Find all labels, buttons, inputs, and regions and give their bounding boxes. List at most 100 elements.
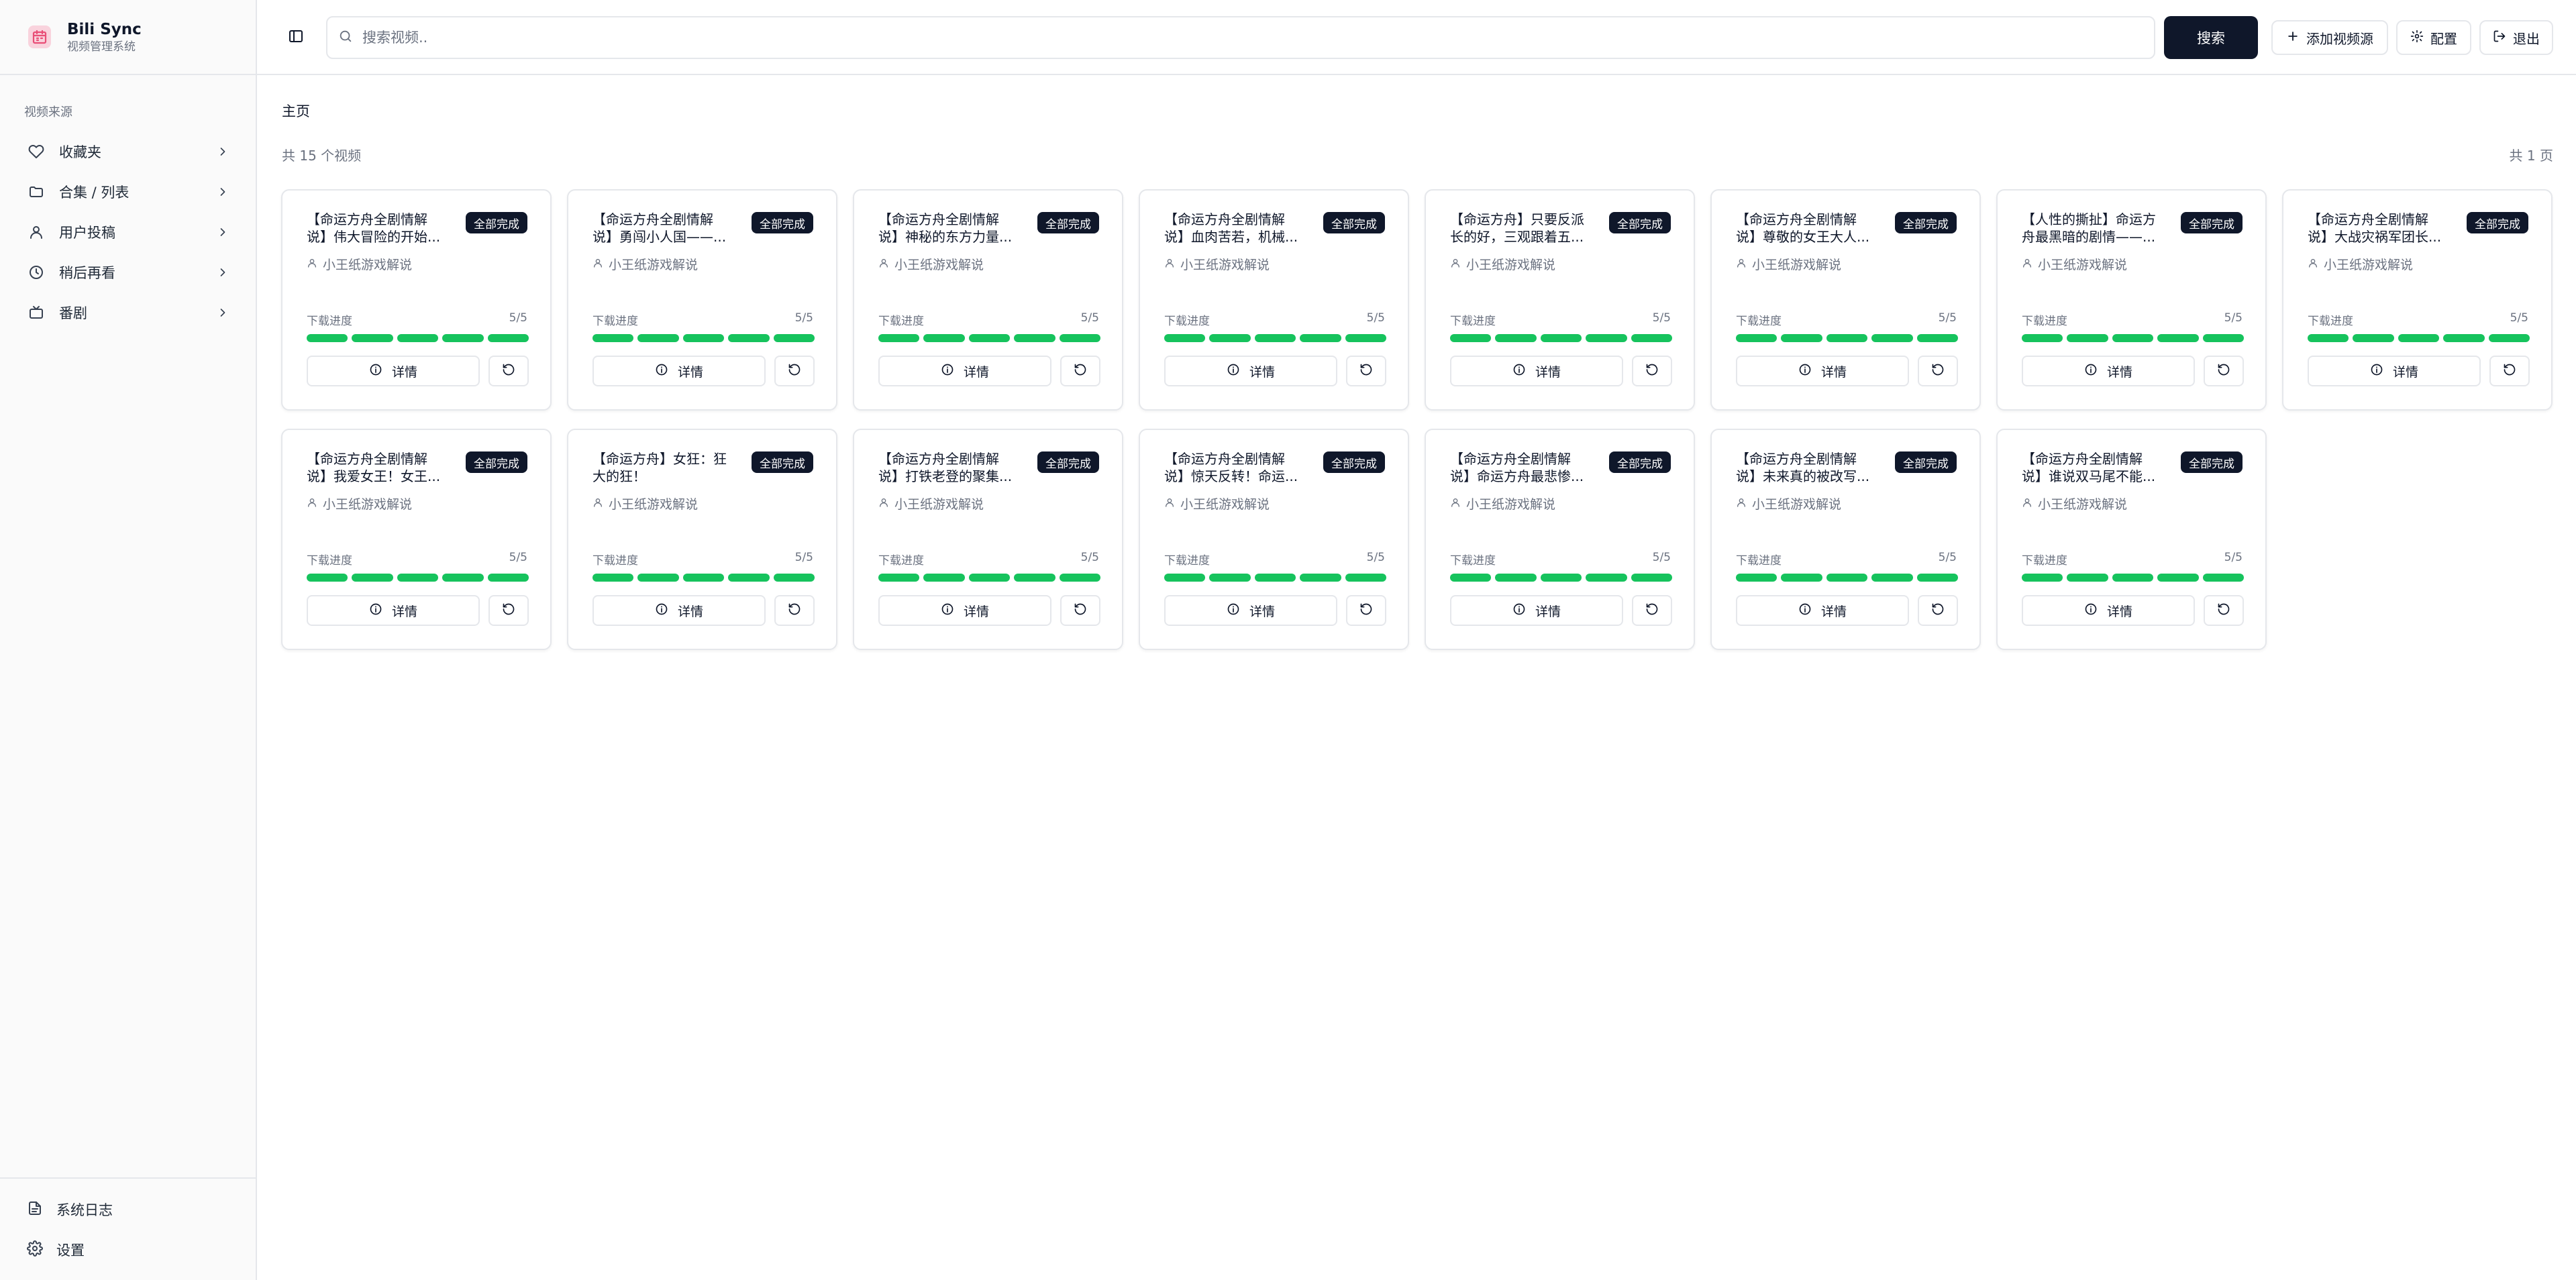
progress-segment [1871, 334, 1913, 342]
retry-button[interactable] [2489, 356, 2530, 386]
retry-button[interactable] [1632, 595, 1672, 626]
status-badge: 全部完成 [466, 451, 527, 473]
progress-count: 5/5 [2224, 311, 2243, 325]
page-title: 主页 [282, 103, 310, 119]
detail-button[interactable]: 详情 [2022, 595, 2195, 626]
author-name: 小王纸游戏解说 [1180, 258, 1270, 272]
progress-segment [1631, 334, 1673, 342]
author-name: 小王纸游戏解说 [609, 497, 699, 512]
sidebar-item-label: 系统日志 [56, 1202, 113, 1218]
video-card: 【人性的撕扯】命运方 舟最黑暗的剧情——... 全部完成 小王纸游戏解说 下载进度 5/5… [1996, 189, 2267, 411]
video-author: 小王纸游戏解说 [1736, 255, 1841, 273]
video-author: 小王纸游戏解说 [878, 494, 984, 513]
retry-button[interactable] [1060, 595, 1100, 626]
progress-segment [352, 574, 393, 582]
retry-button[interactable] [1632, 356, 1672, 386]
progress-segment [2067, 574, 2108, 582]
progress-label: 下载进度 [593, 315, 638, 328]
chevron-right-icon [215, 224, 231, 240]
config-button[interactable]: 配置 [2396, 20, 2471, 55]
progress-segment [1300, 334, 1341, 342]
logout-label: 退出 [2513, 30, 2540, 47]
detail-button[interactable]: 详情 [307, 356, 480, 386]
progress-bar [878, 574, 1101, 582]
retry-button[interactable] [2204, 356, 2244, 386]
author-name: 小王纸游戏解说 [2038, 497, 2128, 512]
search-button[interactable]: 搜索 [2164, 16, 2258, 59]
detail-button[interactable]: 详情 [1450, 356, 1623, 386]
detail-button[interactable]: 详情 [2308, 356, 2481, 386]
retry-button[interactable] [774, 595, 815, 626]
status-badge: 全部完成 [1037, 212, 1099, 233]
video-author: 小王纸游戏解说 [878, 255, 984, 273]
detail-button[interactable]: 详情 [1164, 595, 1337, 626]
sidebar-item-collections[interactable]: 合集 / 列表 [16, 172, 239, 212]
video-title-line: 大的狂！ [593, 468, 646, 484]
video-author: 小王纸游戏解说 [1164, 255, 1270, 273]
progress-segment [1540, 334, 1582, 342]
progress-count: 5/5 [1652, 551, 1671, 564]
user-icon [1450, 257, 1461, 272]
info-icon [655, 602, 668, 619]
retry-button[interactable] [1918, 356, 1958, 386]
detail-button[interactable]: 详情 [1736, 356, 1909, 386]
progress-segment [2353, 334, 2394, 342]
video-title-line: 说】惊天反转！命运... [1164, 468, 1298, 484]
retry-button[interactable] [488, 356, 529, 386]
info-icon [1512, 602, 1526, 619]
retry-button[interactable] [774, 356, 815, 386]
detail-button[interactable]: 详情 [593, 356, 766, 386]
detail-button[interactable]: 详情 [878, 356, 1051, 386]
detail-button[interactable]: 详情 [593, 595, 766, 626]
retry-button[interactable] [1060, 356, 1100, 386]
brand-title: Bili Sync [67, 21, 142, 38]
detail-button[interactable]: 详情 [1450, 595, 1623, 626]
author-name: 小王纸游戏解说 [323, 258, 413, 272]
video-author: 小王纸游戏解说 [307, 255, 412, 273]
retry-button[interactable] [488, 595, 529, 626]
progress-segment [728, 574, 770, 582]
video-title: 【人性的撕扯】命运方 舟最黑暗的剧情——... [2022, 211, 2171, 246]
video-title-line: 【命运方舟全剧情解 [878, 211, 999, 227]
sidebar-item-favorites[interactable]: 收藏夹 [16, 131, 239, 172]
add-source-button[interactable]: 添加视频源 [2271, 20, 2388, 55]
sidebar-item-logs[interactable]: 系统日志 [16, 1189, 256, 1230]
video-title: 【命运方舟全剧情解 说】命运方舟最悲惨... [1450, 450, 1599, 485]
detail-button[interactable]: 详情 [2022, 356, 2195, 386]
progress-segment [1014, 574, 1055, 582]
progress-bar [593, 574, 815, 582]
search-input[interactable] [362, 30, 2107, 46]
progress-segment [1586, 334, 1627, 342]
chevron-right-icon [215, 184, 231, 200]
logout-button[interactable]: 退出 [2479, 20, 2553, 55]
sidebar-item-submissions[interactable]: 用户投稿 [16, 212, 239, 252]
progress-segment [1826, 574, 1868, 582]
detail-button[interactable]: 详情 [1164, 356, 1337, 386]
sidebar-item-label: 稍后再看 [59, 265, 115, 281]
video-author: 小王纸游戏解说 [1450, 255, 1555, 273]
refresh-icon [502, 602, 515, 619]
progress-segment [1781, 334, 1822, 342]
detail-button[interactable]: 详情 [307, 595, 480, 626]
progress-bar [1450, 574, 1673, 582]
sidebar-toggle-button[interactable] [285, 27, 307, 48]
retry-button[interactable] [1918, 595, 1958, 626]
video-card: 【命运方舟全剧情解 说】大战灾祸军团长... 全部完成 小王纸游戏解说 下载进度 5/5 详… [2282, 189, 2553, 411]
sidebar-item-watch-later[interactable]: 稍后再看 [16, 252, 239, 292]
video-title: 【命运方舟全剧情解 说】未来真的被改写... [1736, 450, 1885, 485]
video-author: 小王纸游戏解说 [1736, 494, 1841, 513]
retry-button[interactable] [2204, 595, 2244, 626]
detail-button[interactable]: 详情 [878, 595, 1051, 626]
video-title-line: 【命运方舟全剧情解 [878, 451, 999, 467]
status-badge: 全部完成 [1895, 212, 1957, 233]
calendar-logo-icon [28, 25, 51, 48]
progress-segment [1871, 574, 1913, 582]
progress-bar [1164, 334, 1387, 342]
panel-left-icon [288, 28, 304, 47]
sidebar-item-settings[interactable]: 设置 [16, 1230, 256, 1270]
retry-button[interactable] [1346, 595, 1386, 626]
sidebar-item-bangumi[interactable]: 番剧 [16, 292, 239, 333]
video-card: 【命运方舟全剧情解 说】我爱女王！女王... 全部完成 小王纸游戏解说 下载进度 5/5 详… [281, 429, 552, 650]
retry-button[interactable] [1346, 356, 1386, 386]
detail-button[interactable]: 详情 [1736, 595, 1909, 626]
